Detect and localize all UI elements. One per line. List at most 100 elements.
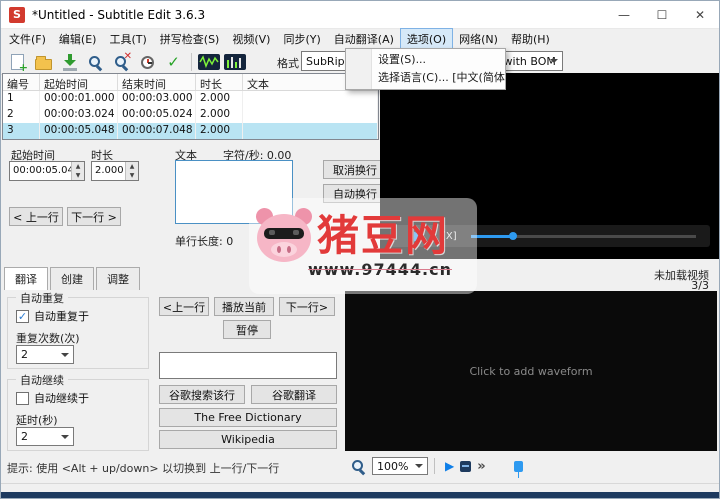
open-icon[interactable] [31,50,56,74]
waveform-placeholder: Click to add waveform [469,364,593,378]
menu-options[interactable]: 选项(O) [399,28,454,50]
waveform-area[interactable]: Click to add waveform [345,291,717,451]
free-dictionary-button[interactable]: The Free Dictionary [159,408,337,427]
col-number[interactable]: 编号 [3,74,40,90]
spinner-arrows[interactable]: ▲ ▼ [71,162,84,180]
menu-item-settings[interactable]: 设置(S)... [346,51,505,69]
cell-number: 3 [3,123,40,139]
duration-spinner[interactable]: 2.000 ▲ ▼ [91,161,139,181]
repeat-count-value: 2 [21,348,28,361]
video-player[interactable]: ▶ [X] [380,73,719,259]
title-bar: S *Untitled - Subtitle Edit 3.6.3 — ☐ ✕ [1,1,719,29]
single-line-length-label: 单行长度: 0 [175,235,234,248]
find-icon[interactable] [83,50,108,74]
app-icon: S [9,7,25,23]
menu-network[interactable]: 网络(N) [453,29,504,49]
menu-spellcheck[interactable]: 拼写检查(S) [154,29,226,49]
prev-line-button[interactable]: < 上一行 [9,207,63,226]
controls-separator [434,458,435,474]
play-current-button[interactable]: 播放当前 [214,297,274,316]
subtitle-row[interactable]: 1 00:00:01.000 00:00:03.000 2.000 [3,91,378,107]
menu-auto-translate[interactable]: 自动翻译(A) [328,29,400,49]
format-label: 格式 [277,57,299,70]
horizontal-splitter[interactable] [1,259,719,265]
save-icon[interactable] [57,50,82,74]
col-end[interactable]: 结束时间 [118,74,196,90]
translate-next-line-button[interactable]: 下一行> [279,297,335,316]
start-time-spinner[interactable]: 00:00:05.048 ▲▼ [9,161,85,181]
wikipedia-button[interactable]: Wikipedia [159,430,337,449]
position-marker-icon[interactable] [513,460,523,478]
auto-continue-checkbox[interactable] [16,391,29,405]
subtitle-list: 编号 起始时间 结束时间 时长 文本 1 00:00:01.000 00:00:… [2,73,379,140]
repeat-count-dropdown[interactable]: 2 [16,345,74,364]
visual-sync-icon[interactable] [196,50,221,74]
menu-file[interactable]: 文件(F) [3,29,52,49]
maximize-button[interactable]: ☐ [643,1,681,29]
menu-item-choose-language[interactable]: 选择语言(C)... [中文(简体)] [346,69,505,87]
pause-button[interactable]: 暂停 [223,320,271,339]
delay-dropdown[interactable]: 2 [16,427,74,446]
auto-repeat-checkbox[interactable]: ✓ [16,309,29,323]
wave-play-icon[interactable]: ▶ [445,459,454,473]
video-progress-knob[interactable] [508,232,517,240]
subtitle-row-selected[interactable]: 3 00:00:05.048 00:00:07.048 2.000 [3,123,378,139]
spinner-arrows[interactable]: ▲ ▼ [125,162,138,180]
col-duration[interactable]: 时长 [196,74,243,90]
menu-sync[interactable]: 同步(Y) [277,29,326,49]
google-translate-button[interactable]: 谷歌翻译 [251,385,337,404]
auto-break-button[interactable]: 自动换行 [323,184,387,203]
new-icon[interactable]: + [5,50,30,74]
start-time-value: 00:00:05.048 [13,165,71,176]
bottom-strip [1,492,719,498]
cell-text [243,107,378,123]
delay-label: 延时(秒) [16,414,58,427]
next-line-button[interactable]: 下一行 > [67,207,121,226]
cell-text [243,91,378,107]
translate-text-input[interactable] [159,352,337,379]
subtitle-list-header: 编号 起始时间 结束时间 时长 文本 [3,74,378,91]
hint-label: 提示: 使用 <Alt + up/down> 以切换到 上一行/下一行 [7,462,280,475]
auto-repeat-group-label: 自动重复 [16,290,68,306]
subtitle-text-input[interactable] [175,160,293,224]
google-search-button[interactable]: 谷歌搜索该行 [159,385,245,404]
spell-check-icon[interactable]: ✓ [161,50,186,74]
zoom-icon[interactable] [351,459,366,474]
translate-prev-line-button[interactable]: <上一行 [159,297,209,316]
close-button[interactable]: ✕ [681,1,719,29]
subtitle-row[interactable]: 2 00:00:03.024 00:00:05.024 2.000 [3,107,378,123]
tab-adjust[interactable]: 调整 [96,267,140,290]
waveform-settings-icon[interactable] [222,50,247,74]
replace-icon[interactable]: ✕ [109,50,134,74]
auto-continue-checkbox-row: 自动继续于 [16,390,89,406]
cell-duration: 2.000 [196,123,243,139]
zoom-dropdown[interactable]: 100% [372,457,428,475]
toolbar-separator [191,53,192,71]
video-play-icon[interactable]: ▶ [414,229,424,244]
fast-forward-icon[interactable]: » [477,459,485,474]
tab-create[interactable]: 创建 [50,267,94,290]
frame-step-icon[interactable] [460,460,472,472]
cell-start: 00:00:05.048 [40,123,118,139]
auto-continue-group-label: 自动继续 [16,372,68,388]
status-bar [1,483,719,492]
menu-help[interactable]: 帮助(H) [505,29,556,49]
options-popup-menu: 设置(S)... 选择语言(C)... [中文(简体)] [345,48,506,90]
app-window: S *Untitled - Subtitle Edit 3.6.3 — ☐ ✕ … [0,0,720,499]
waveform-controls: 100% ▶ » [345,453,717,479]
unbreak-button[interactable]: 取消换行 [323,160,387,179]
menu-tools[interactable]: 工具(T) [103,29,152,49]
bottom-tabs: 翻译 创建 调整 [4,267,142,290]
menu-edit[interactable]: 编辑(E) [53,29,103,49]
col-start[interactable]: 起始时间 [40,74,118,90]
cell-duration: 2.000 [196,107,243,123]
video-progress-bar[interactable] [470,232,696,240]
window-title: *Untitled - Subtitle Edit 3.6.3 [32,8,206,22]
fix-common-errors-icon[interactable] [135,50,160,74]
menu-video[interactable]: 视频(V) [226,29,276,49]
auto-repeat-group: 自动重复 ✓ 自动重复于 重复次数(次) 2 [7,290,149,369]
tab-translate[interactable]: 翻译 [4,267,48,290]
video-overlay-close[interactable]: [X] [442,231,457,242]
minimize-button[interactable]: — [605,1,643,29]
cell-number: 1 [3,91,40,107]
